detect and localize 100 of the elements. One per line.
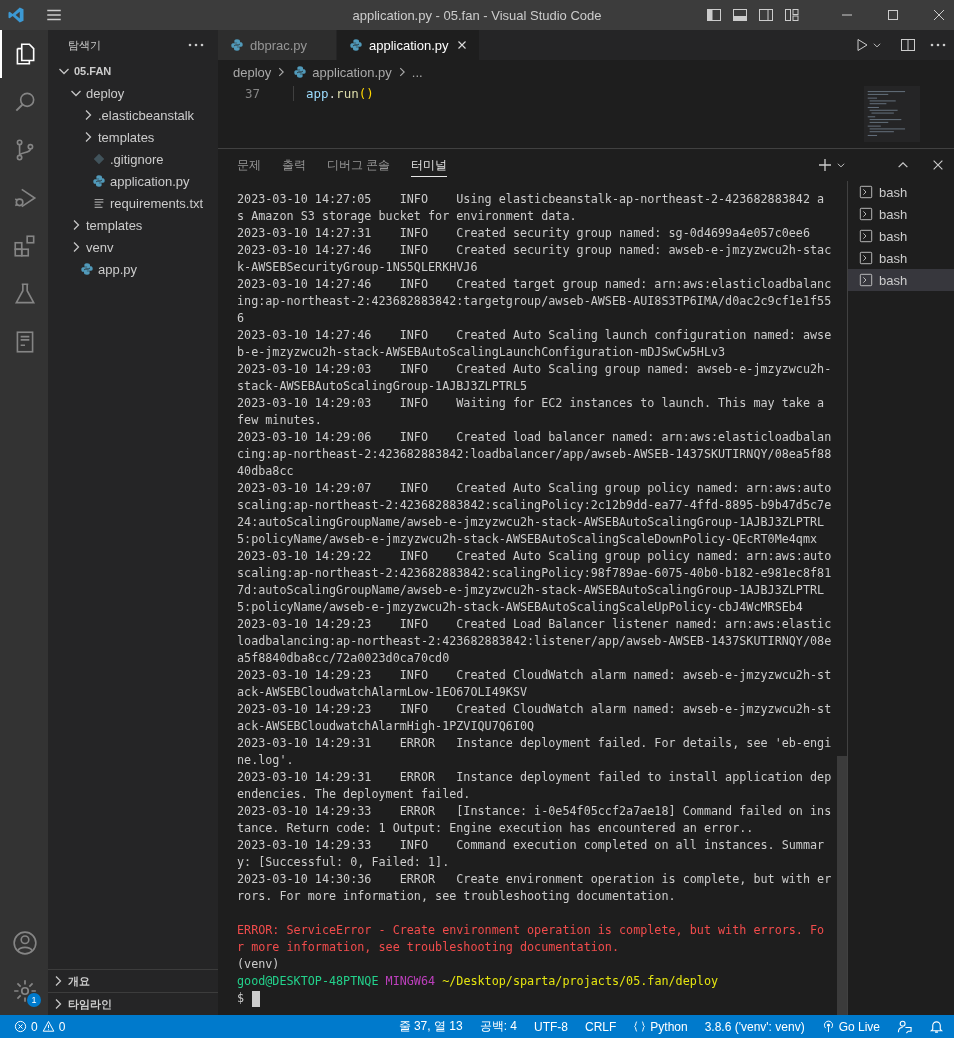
terminal-icon	[859, 229, 873, 243]
chevron-down-icon[interactable]	[872, 40, 882, 50]
editor-tab[interactable]: dbprac.py	[218, 30, 337, 60]
log-line: 2023-03-10 14:29:23 INFO Created Load Balancer listener named: arn:aws:elasticloadbalancing:ap-northeast-2:423682883842:listener/app/awseb-AWSEB-1437SKUTIRNQY/08ea5f8840dba8cc/72a0023d0ca70cd0	[237, 616, 832, 667]
terminal-item[interactable]: bash	[848, 225, 954, 247]
file-item[interactable]: requirements.txt	[110, 195, 204, 211]
prompt-system: MINGW64	[385, 974, 436, 988]
folder-item[interactable]: .elasticbeanstalk	[98, 107, 195, 123]
terminal-item[interactable]: bash	[848, 269, 954, 291]
git-diamond-icon	[92, 152, 106, 166]
log-line: 2023-03-10 14:29:23 INFO Created CloudWatch alarm named: awseb-e-jmzyzwcu2h-stack-AWSEBCloudwatchAlarmLow-1EO67OLI49KSV	[237, 667, 832, 701]
status-item[interactable]: 공백: 4	[479, 1018, 517, 1035]
terminal-item[interactable]: bash	[848, 203, 954, 225]
panel-tab[interactable]: 문제	[237, 153, 261, 177]
file-item[interactable]: .gitignore	[110, 151, 164, 167]
maximize-icon[interactable]	[885, 7, 901, 23]
error-message: ERROR: ServiceError - Create environment operation is complete, but with errors. For more information, see troubleshooting documentation.	[237, 922, 826, 956]
account-icon[interactable]	[12, 930, 38, 956]
terminal-item[interactable]: bash	[848, 247, 954, 269]
lines-icon	[92, 196, 106, 210]
braces-icon	[633, 1020, 647, 1033]
code-line: app.run()	[293, 86, 374, 101]
python-file-icon	[293, 65, 308, 79]
python-file-icon	[349, 38, 363, 52]
close-icon[interactable]	[931, 158, 945, 172]
plus-icon[interactable]	[817, 157, 833, 173]
venv-label: (venv)	[237, 956, 281, 973]
chevron-down-icon[interactable]	[836, 160, 846, 170]
problems-indicator[interactable]: 0 0	[14, 1019, 66, 1034]
section-header[interactable]: 타임라인	[68, 996, 112, 1012]
go-live-button[interactable]: Go Live	[821, 1019, 880, 1034]
log-line: 2023-03-10 14:29:03 INFO Created Auto Scaling group named: awseb-e-jmzyzwcu2h-stack-AWSEBAutoScalingGroup-1AJBJ3ZLPTRL5	[237, 361, 832, 395]
log-line: 2023-03-10 14:30:36 ERROR Create environment operation is complete, but with errors. For more information, see troubleshooting documentation.	[237, 871, 832, 905]
editor-tab[interactable]: application.py	[337, 30, 480, 60]
bell-icon[interactable]	[929, 1019, 944, 1034]
notification-badge: 1	[27, 993, 41, 1007]
broadcast-icon	[821, 1020, 835, 1033]
python-file-icon	[80, 262, 94, 276]
prompt-symbol: $	[237, 990, 245, 1007]
folder-item[interactable]: templates	[86, 217, 143, 233]
log-line: 2023-03-10 14:27:46 INFO Created security group named: awseb-e-jmzyzwcu2h-stack-AWSEBSecurityGroup-1NS5QLERKHVJ6	[237, 242, 832, 276]
close-icon[interactable]	[931, 7, 947, 23]
log-line: 2023-03-10 14:27:46 INFO Created Auto Scaling launch configuration named: awseb-e-jmzyzwcu2h-stack-AWSEBAutoScalingLaunchConfiguration-mDJSwCw5HLv3	[237, 327, 832, 361]
terminal-icon	[859, 207, 873, 221]
scrollbar[interactable]	[837, 756, 847, 1015]
window-title: application.py - 05.fan - Visual Studio Code	[352, 7, 602, 23]
error-icon	[14, 1020, 27, 1033]
log-line: 2023-03-10 14:29:31 ERROR Instance deployment failed. For details, see 'eb-engine.log'.	[237, 735, 832, 769]
split-layout-icon[interactable]	[758, 7, 774, 23]
log-line: 2023-03-10 14:29:07 INFO Created Auto Scaling group policy named: arn:aws:autoscaling:ap-northeast-2:423682883842:scalingPolicy:2c12b9dd-ea77-4ffd-8895-b9b47d5c7e24:autoScalingGroupName/awseb-e-jmzyzwcu2h-stack-AWSEBAutoScalingGroup-1AJBJ3ZLPTRL5:policyName/awseb-e-jmzyzwcu2h-stack-AWSEBAutoScalingScaleDownPolicy-QEcRT0Me4qmx	[237, 480, 832, 548]
feedback-icon[interactable]	[897, 1019, 912, 1034]
prompt-user: good@DESKTOP-48PTNQE	[237, 974, 379, 988]
minimap[interactable]	[864, 84, 920, 144]
run-icon[interactable]	[854, 37, 870, 53]
log-line: 2023-03-10 14:29:33 INFO Command execution completed on all instances. Summary: [Successful: 0, Failed: 1].	[237, 837, 826, 871]
settings-icon[interactable]	[12, 978, 38, 1004]
python-file-icon	[230, 38, 244, 52]
log-line: 2023-03-10 14:29:03 INFO Waiting for EC2 instances to launch. This may take a few minutes.	[237, 395, 826, 429]
log-line: 2023-03-10 14:29:06 INFO Created load balancer named: arn:aws:elasticloadbalancing:ap-northeast-2:423682883842:loadbalancer/app/awseb-AWSEB-1437SKUTIRNQY/08ea5f8840dba8cc	[237, 429, 832, 480]
warning-icon	[41, 1020, 55, 1033]
terminal-item[interactable]: bash	[848, 181, 954, 203]
python-file-icon	[92, 174, 106, 188]
folder-item[interactable]: templates	[98, 129, 155, 145]
file-item[interactable]: application.py	[110, 173, 190, 189]
log-line: 2023-03-10 14:29:23 INFO Created CloudWatch alarm named: awseb-e-jmzyzwcu2h-stack-AWSEBCloudwatchAlarmHigh-1PZVIQU7Q6I0Q	[237, 701, 832, 735]
text-cursor	[252, 990, 261, 1007]
sidebar-layout-icon[interactable]	[706, 7, 722, 23]
line-number: 37	[243, 86, 260, 101]
section-header[interactable]: 개요	[68, 973, 90, 989]
folder-item[interactable]: venv	[86, 239, 114, 255]
log-line: 2023-03-10 14:29:33 ERROR [Instance: i-0e54f05ccf2a7ae18] Command failed on instance. Return code: 1 Output: Engine execution has encountered an error..	[237, 803, 832, 837]
panel-tab[interactable]: 터미널	[411, 153, 448, 177]
log-line: 2023-03-10 14:29:31 ERROR Instance deployment failed to install application dependencies. The deployment failed.	[237, 769, 832, 803]
terminal-icon	[859, 185, 873, 199]
folder-item[interactable]: deploy	[86, 85, 125, 101]
split-editor-icon[interactable]	[900, 37, 916, 53]
language-mode[interactable]: Python	[633, 1019, 688, 1034]
vscode-logo-icon	[7, 6, 25, 24]
sidebar-title: 탐색기	[68, 37, 101, 53]
breadcrumb-item[interactable]: ...	[411, 64, 423, 80]
panel-tab[interactable]: 출력	[282, 153, 306, 177]
breadcrumb-item[interactable]: application.py	[312, 64, 392, 80]
panel-layout-icon[interactable]	[732, 7, 748, 23]
panel-tab[interactable]: 디버그 콘솔	[327, 153, 391, 177]
status-item[interactable]: 3.8.6 ('venv': venv)	[704, 1019, 805, 1034]
status-item[interactable]: UTF-8	[533, 1019, 568, 1034]
breadcrumb-item[interactable]: deploy	[233, 64, 272, 80]
prompt-path: ~/Desktop/sparta/projacts/05.fan/deploy	[442, 974, 719, 988]
log-line: 2023-03-10 14:27:46 INFO Created target group named: arn:aws:elasticloadbalancing:ap-northeast-2:423682883842:targetgroup/awseb-AWSEB-AUI8S3TP6IMA/d0ac2c9cf1e1f556	[237, 276, 832, 327]
more-actions-icon[interactable]	[188, 43, 204, 47]
workspace-name[interactable]: 05.FAN	[74, 65, 112, 77]
log-line: 2023-03-10 14:29:22 INFO Created Auto Scaling group policy named: arn:aws:autoscaling:ap-northeast-2:423682883842:scalingPolicy:98f789ae-6075-40b0-b182-e981ec8f817d:autoScalingGroupName/awseb-e-jmzyzwcu2h-stack-AWSEBAutoScalingGroup-1AJBJ3ZLPTRL5:policyName/awseb-e-jmzyzwcu2h-stack-AWSEBAutoScalingScaleUpPolicy-cbJ4WcMRSEb4	[237, 548, 832, 616]
more-actions-icon[interactable]	[930, 43, 946, 47]
layout-grid-icon[interactable]	[784, 7, 800, 23]
status-item[interactable]: 줄 37, 열 13	[398, 1018, 463, 1035]
file-item[interactable]: app.py	[98, 261, 138, 277]
log-line: 2023-03-10 14:27:31 INFO Created security group named: sg-0d4699a4e057c0ee6	[237, 225, 811, 242]
terminal-icon	[859, 273, 873, 287]
terminal-icon	[859, 251, 873, 265]
status-item[interactable]: CRLF	[584, 1019, 617, 1034]
